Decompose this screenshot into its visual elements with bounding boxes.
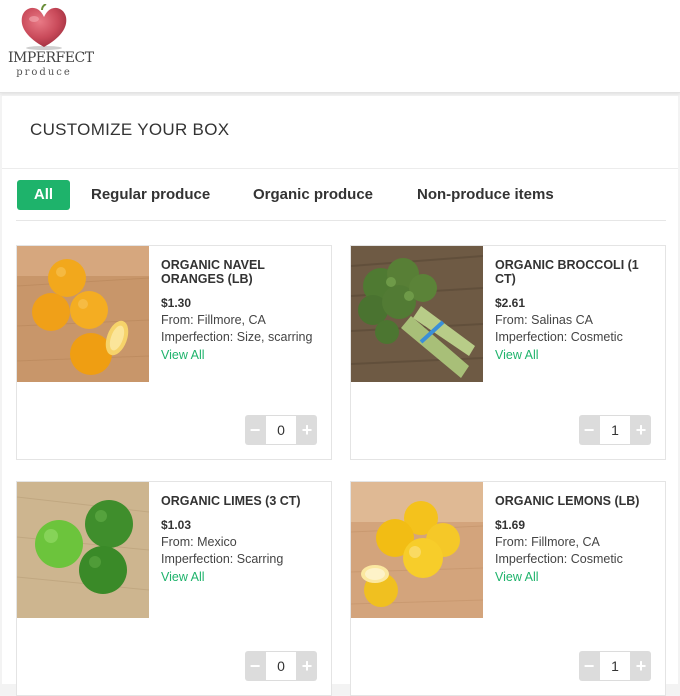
oranges-image-icon: [17, 246, 149, 382]
decrement-button[interactable]: −: [579, 415, 599, 445]
product-info: ORGANIC BROCCOLI (1 CT) $2.61 From: Sali…: [495, 258, 659, 364]
product-card: ORGANIC BROCCOLI (1 CT) $2.61 From: Sali…: [350, 245, 666, 460]
heart-logo-icon: [21, 4, 67, 50]
view-all-link[interactable]: View All: [161, 569, 205, 586]
increment-button[interactable]: +: [631, 415, 651, 445]
product-info: ORGANIC NAVEL ORANGES (LB) $1.30 From: F…: [161, 258, 325, 364]
quantity-stepper: − 1 +: [579, 415, 651, 445]
quantity-value[interactable]: 0: [266, 652, 296, 680]
quantity-stepper: − 1 +: [579, 651, 651, 681]
product-image-oranges[interactable]: [17, 246, 149, 382]
product-origin: From: Salinas CA: [495, 313, 593, 327]
page-title: CUSTOMIZE YOUR BOX: [30, 120, 230, 139]
view-all-link[interactable]: View All: [161, 347, 205, 364]
decrement-button[interactable]: −: [245, 415, 265, 445]
product-card: ORGANIC NAVEL ORANGES (LB) $1.30 From: F…: [16, 245, 332, 460]
product-info: ORGANIC LEMONS (LB) $1.69 From: Fillmore…: [495, 494, 659, 586]
tab-all[interactable]: All: [17, 180, 70, 210]
product-name: ORGANIC LEMONS (LB): [495, 494, 640, 508]
lemons-image-icon: [351, 482, 483, 618]
site-header: IMPERFECT produce: [0, 0, 680, 93]
product-info: ORGANIC LIMES (3 CT) $1.03 From: Mexico …: [161, 494, 325, 586]
logo-wordmark: IMPERFECT: [8, 50, 94, 66]
product-price: $1.30: [161, 296, 192, 310]
product-image-broccoli[interactable]: [351, 246, 483, 382]
tab-organic-produce[interactable]: Organic produce: [253, 180, 373, 210]
product-imperfection: Imperfection: Scarring: [161, 552, 284, 566]
title-divider: [2, 168, 678, 169]
tab-regular-produce[interactable]: Regular produce: [91, 180, 210, 210]
product-origin: From: Mexico: [161, 535, 237, 549]
product-price: $2.61: [495, 296, 526, 310]
product-name: ORGANIC BROCCOLI (1 CT): [495, 258, 639, 286]
view-all-link[interactable]: View All: [495, 347, 539, 364]
tab-non-produce-items[interactable]: Non-produce items: [417, 180, 554, 210]
decrement-button[interactable]: −: [245, 651, 265, 681]
product-image-limes[interactable]: [17, 482, 149, 618]
decrement-button[interactable]: −: [579, 651, 599, 681]
view-all-link[interactable]: View All: [495, 569, 539, 586]
product-name: ORGANIC NAVEL ORANGES (LB): [161, 258, 265, 286]
product-image-lemons[interactable]: [351, 482, 483, 618]
product-price: $1.69: [495, 518, 526, 532]
product-imperfection: Imperfection: Cosmetic: [495, 552, 623, 566]
tabs-divider: [16, 220, 666, 221]
logo-subtitle: produce: [16, 67, 72, 78]
quantity-stepper: − 0 +: [245, 415, 317, 445]
product-imperfection: Imperfection: Size, scarring: [161, 330, 313, 344]
product-card: ORGANIC LEMONS (LB) $1.69 From: Fillmore…: [350, 481, 666, 696]
product-imperfection: Imperfection: Cosmetic: [495, 330, 623, 344]
product-name: ORGANIC LIMES (3 CT): [161, 494, 301, 508]
brand-logo[interactable]: IMPERFECT produce: [8, 4, 94, 84]
quantity-stepper: − 0 +: [245, 651, 317, 681]
limes-image-icon: [17, 482, 149, 618]
increment-button[interactable]: +: [297, 415, 317, 445]
product-origin: From: Fillmore, CA: [495, 535, 600, 549]
broccoli-image-icon: [351, 246, 483, 382]
quantity-value[interactable]: 1: [600, 652, 630, 680]
quantity-value[interactable]: 1: [600, 416, 630, 444]
product-origin: From: Fillmore, CA: [161, 313, 266, 327]
quantity-value[interactable]: 0: [266, 416, 296, 444]
increment-button[interactable]: +: [297, 651, 317, 681]
product-price: $1.03: [161, 518, 192, 532]
increment-button[interactable]: +: [631, 651, 651, 681]
product-card: ORGANIC LIMES (3 CT) $1.03 From: Mexico …: [16, 481, 332, 696]
